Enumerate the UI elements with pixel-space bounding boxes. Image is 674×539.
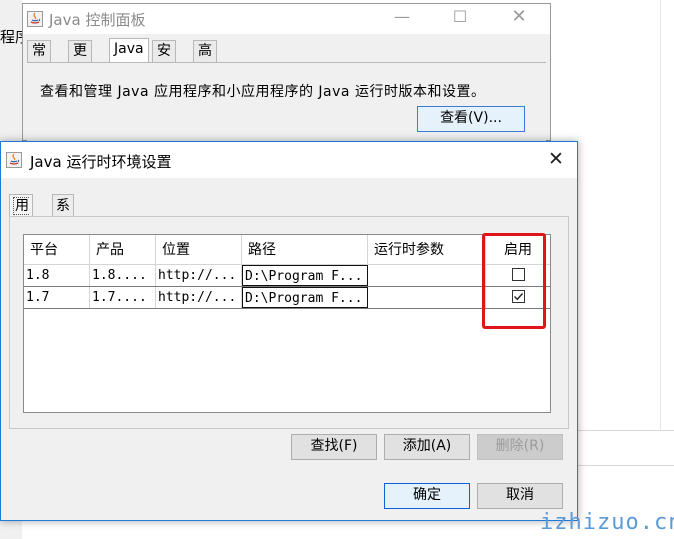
java-icon bbox=[6, 152, 22, 168]
tab-security[interactable]: 安全 bbox=[152, 40, 176, 80]
control-panel-title: Java 控制面板 bbox=[49, 11, 146, 29]
maximize-icon[interactable]: ☐ bbox=[448, 7, 472, 26]
cell-product[interactable]: 1.8.... bbox=[90, 265, 156, 286]
cell-product[interactable]: 1.7.... bbox=[90, 287, 156, 308]
find-button[interactable]: 查找(F) bbox=[291, 434, 377, 460]
column-header-product[interactable]: 产品 bbox=[90, 235, 156, 265]
cell-platform[interactable]: 1.7 bbox=[24, 287, 90, 308]
tab-update[interactable]: 更新 bbox=[68, 40, 92, 80]
minimize-icon[interactable]: — bbox=[390, 7, 414, 26]
java-tab-panel: 查看和管理 Java 应用程序和小应用程序的 Java 运行时版本和设置。 查看… bbox=[27, 62, 546, 141]
add-button[interactable]: 添加(A) bbox=[384, 434, 470, 460]
tab-system[interactable]: 系统 bbox=[52, 194, 74, 236]
cell-platform[interactable]: 1.8 bbox=[24, 265, 90, 286]
column-header-path[interactable]: 路径 bbox=[242, 235, 368, 265]
control-panel-titlebar[interactable]: Java 控制面板 — ☐ ✕ bbox=[23, 4, 550, 34]
cell-params[interactable] bbox=[368, 287, 486, 308]
cell-path[interactable]: D:\Program F... bbox=[242, 265, 368, 286]
table-row[interactable]: 1.7 1.7.... http://... D:\Program F... bbox=[24, 287, 550, 309]
background-divider bbox=[660, 0, 661, 430]
tab-java[interactable]: Java bbox=[109, 38, 149, 62]
cell-params[interactable] bbox=[368, 265, 486, 286]
tab-general[interactable]: 常规 bbox=[27, 40, 51, 80]
java-icon bbox=[27, 11, 43, 27]
column-header-params[interactable]: 运行时参数 bbox=[368, 235, 486, 265]
java-control-panel-window: Java 控制面板 — ☐ ✕ 常规 更新 Java 安全 高级 查看和管理 J… bbox=[22, 3, 551, 141]
cancel-button[interactable]: 取消 bbox=[477, 483, 563, 509]
table-row[interactable]: 1.8 1.8.... http://... D:\Program F... bbox=[24, 265, 550, 287]
watermark: izhizuo.cn bbox=[540, 510, 674, 535]
column-header-location[interactable]: 位置 bbox=[156, 235, 242, 265]
delete-button[interactable]: 删除(R) bbox=[477, 434, 563, 460]
runtime-dialog-titlebar[interactable]: Java 运行时环境设置 ✕ bbox=[1, 142, 577, 178]
jre-table[interactable]: 平台 产品 位置 路径 运行时参数 启用 1.8 1.8.... http://… bbox=[23, 234, 551, 413]
close-icon[interactable]: ✕ bbox=[544, 148, 568, 170]
java-tab-description: 查看和管理 Java 应用程序和小应用程序的 Java 运行时版本和设置。 bbox=[40, 84, 486, 100]
runtime-dialog-title: Java 运行时环境设置 bbox=[30, 153, 172, 171]
column-header-platform[interactable]: 平台 bbox=[24, 235, 90, 265]
runtime-settings-dialog: Java 运行时环境设置 ✕ 用户 系统 平台 产品 位置 路径 运行时参数 启… bbox=[0, 141, 578, 521]
tab-user[interactable]: 用户 bbox=[9, 194, 33, 237]
cell-location[interactable]: http://... bbox=[156, 265, 242, 286]
cell-location[interactable]: http://... bbox=[156, 287, 242, 308]
close-icon[interactable]: ✕ bbox=[507, 6, 531, 27]
cell-path[interactable]: D:\Program F... bbox=[242, 287, 368, 308]
ok-button[interactable]: 确定 bbox=[384, 483, 470, 509]
highlight-annotation bbox=[482, 233, 546, 329]
view-button[interactable]: 查看(V)... bbox=[417, 106, 525, 132]
tab-advanced[interactable]: 高级 bbox=[193, 40, 217, 80]
